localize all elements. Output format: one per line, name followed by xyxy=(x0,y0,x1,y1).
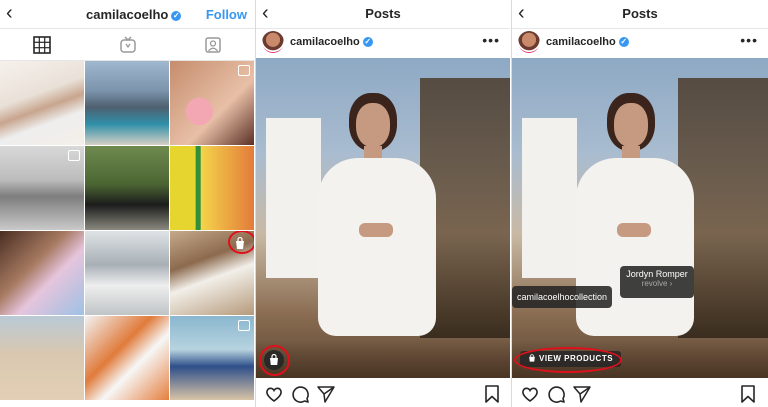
profile-username: camilacoelho ✓ xyxy=(86,7,182,22)
white-romper xyxy=(318,158,436,336)
verified-badge-icon: ✓ xyxy=(171,10,182,21)
post-header-bar: ‹ Posts xyxy=(512,0,768,29)
grid-icon[interactable] xyxy=(32,35,52,55)
more-options-icon[interactable]: ••• xyxy=(482,32,500,48)
post-username[interactable]: camilacoelho ✓ xyxy=(546,36,629,48)
heart-icon[interactable] xyxy=(264,384,284,404)
carousel-icon xyxy=(68,150,80,161)
building-wall xyxy=(522,118,577,278)
midriff xyxy=(359,223,393,237)
face xyxy=(614,103,648,147)
post-actions xyxy=(512,382,768,407)
grid-thumbnail[interactable] xyxy=(0,146,84,230)
post-photo[interactable] xyxy=(256,58,510,378)
product-tag[interactable]: camilacoelhocollection xyxy=(512,286,612,308)
grid-thumbnail[interactable] xyxy=(85,146,169,230)
face xyxy=(356,103,390,147)
verified-badge-icon: ✓ xyxy=(362,37,373,48)
grid-thumbnail[interactable] xyxy=(170,316,254,400)
verified-badge-icon: ✓ xyxy=(618,37,629,48)
post-author-row: camilacoelho ✓ ••• xyxy=(256,29,510,57)
comment-icon[interactable] xyxy=(546,384,566,404)
post-username[interactable]: camilacoelho ✓ xyxy=(290,36,373,48)
grid-thumbnail[interactable] xyxy=(170,146,254,230)
product-tag[interactable]: Jordyn Romper revolve › xyxy=(620,266,694,298)
grid-thumbnail[interactable] xyxy=(0,316,84,400)
post-panel: ‹ Posts camilacoelho ✓ ••• xyxy=(256,0,510,407)
highlight-circle xyxy=(514,347,622,373)
grid-thumbnail[interactable] xyxy=(170,231,254,315)
grid-thumbnail[interactable] xyxy=(85,231,169,315)
building-wall xyxy=(266,118,321,278)
highlight-circle xyxy=(228,231,254,254)
grid-thumbnail[interactable] xyxy=(85,316,169,400)
more-options-icon[interactable]: ••• xyxy=(740,32,758,48)
highlight-circle xyxy=(259,345,290,376)
grid-thumbnail[interactable] xyxy=(0,61,84,145)
profile-header: ‹ camilacoelho ✓ Follow xyxy=(0,0,255,29)
post-author-row: camilacoelho ✓ ••• xyxy=(512,29,768,57)
grid-thumbnail[interactable] xyxy=(85,61,169,145)
igtv-icon[interactable] xyxy=(118,35,138,55)
post-photo[interactable]: camilacoelhocollection Jordyn Romper rev… xyxy=(512,58,768,378)
white-romper xyxy=(576,158,694,336)
post-header-bar: ‹ Posts xyxy=(256,0,510,29)
post-actions xyxy=(256,382,510,407)
bookmark-icon[interactable] xyxy=(482,384,502,404)
heart-icon[interactable] xyxy=(520,384,540,404)
photo-grid xyxy=(0,61,255,407)
profile-tabs xyxy=(0,30,255,61)
back-chevron-icon[interactable]: ‹ xyxy=(6,3,13,23)
avatar[interactable] xyxy=(518,31,540,53)
grid-thumbnail[interactable] xyxy=(170,61,254,145)
carousel-icon xyxy=(238,320,250,331)
carousel-icon xyxy=(238,65,250,76)
share-icon[interactable] xyxy=(572,384,592,404)
share-icon[interactable] xyxy=(316,384,336,404)
post-panel-tagged: ‹ Posts camilacoelho ✓ ••• camilacoelhoco… xyxy=(512,0,768,407)
page-title: Posts xyxy=(365,6,401,21)
midriff xyxy=(617,223,651,237)
grid-thumbnail[interactable] xyxy=(0,231,84,315)
comment-icon[interactable] xyxy=(290,384,310,404)
follow-button[interactable]: Follow xyxy=(206,7,247,22)
profile-panel: ‹ camilacoelho ✓ Follow xyxy=(0,0,255,407)
page-title: Posts xyxy=(622,6,658,21)
tagged-icon[interactable] xyxy=(203,35,223,55)
bookmark-icon[interactable] xyxy=(738,384,758,404)
avatar[interactable] xyxy=(262,31,284,53)
